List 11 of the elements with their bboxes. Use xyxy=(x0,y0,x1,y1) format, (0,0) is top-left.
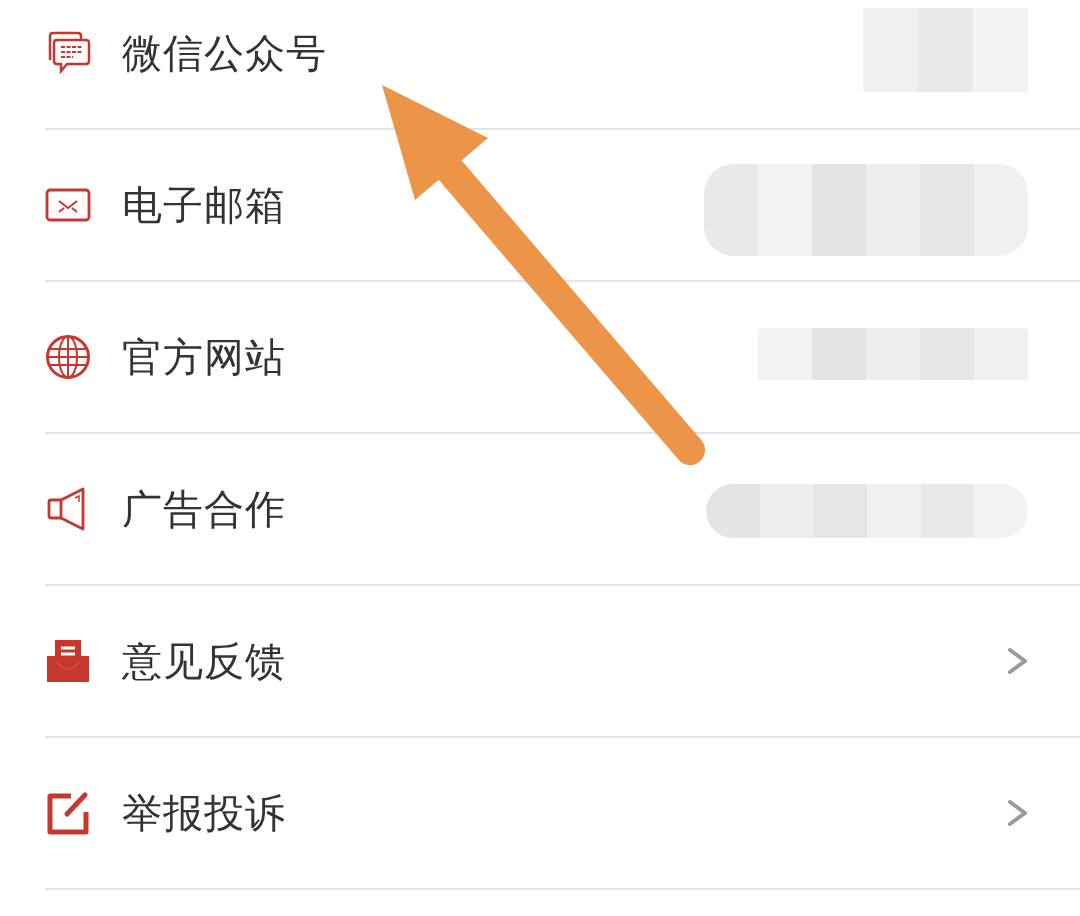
menu-item-label[interactable]: 微信公众号 xyxy=(122,29,327,77)
chevron-right-icon xyxy=(1006,798,1028,828)
edit-square-icon xyxy=(45,790,91,836)
menu-item-label[interactable]: 广告合作 xyxy=(122,485,286,533)
globe-icon xyxy=(45,334,91,380)
menu-item-label[interactable]: 官方网站 xyxy=(122,333,286,381)
menu-item-label[interactable]: 电子邮箱 xyxy=(122,181,286,229)
menu-item-label[interactable]: 意见反馈 xyxy=(122,637,286,685)
mail-letter-icon xyxy=(45,638,91,684)
chevron-right-icon xyxy=(1006,646,1028,676)
menu-item-label[interactable]: 举报投诉 xyxy=(122,789,286,837)
